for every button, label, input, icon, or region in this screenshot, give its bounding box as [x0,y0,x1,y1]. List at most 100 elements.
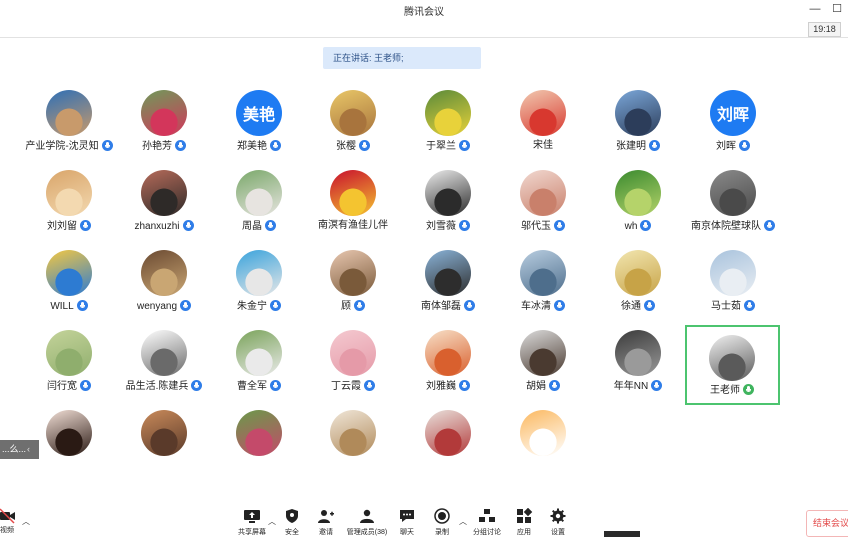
meeting-window: 腾讯会议 — ☐ 19:18 正在讲话: 王老师; 产业学院-沈灵知 孙艳芳 美艳郑… [0,0,848,537]
participant-tile[interactable]: 顾 [306,250,400,330]
participant-name: 张樱 [336,141,356,152]
participant-name-row: 马士茹 [676,300,790,313]
collapsed-side-panel[interactable]: ...么... ‹ [0,440,39,459]
mic-icon [359,140,370,151]
participant-tile[interactable]: wh [591,170,685,250]
participant-tile[interactable] [117,410,211,490]
avatar [330,250,376,296]
participant-tile[interactable]: 张樱 [306,90,400,170]
participant-tile[interactable]: 品生活.陈建兵 [117,330,211,410]
settings-button[interactable]: 设置 [547,505,569,537]
participant-name: 宋佳 [533,140,553,151]
participant-name-row: 南京体院壁球队 [676,220,790,233]
participant-tile[interactable]: 马士茹 [686,250,780,330]
avatar [520,250,566,296]
avatar [615,250,661,296]
participant-tile[interactable]: 徐通 [591,250,685,330]
mic-icon [554,220,565,231]
participant-tile[interactable]: 邬代玉 [496,170,590,250]
participant-tile[interactable]: WILL [22,250,116,330]
video-options-caret[interactable]: ︿ [22,516,30,527]
avatar [330,330,376,376]
participant-tile[interactable]: 刘雪薇 [401,170,495,250]
chevron-left-icon[interactable]: ‹ [27,440,30,459]
participant-tile[interactable]: 南体邹磊 [401,250,495,330]
participant-name: zhanxuzhi [134,221,180,232]
avatar [46,90,92,136]
participant-tile[interactable] [306,410,400,490]
participant-name: wenyang [136,301,178,312]
participant-name: 曹全军 [237,381,267,392]
mic-icon [270,300,281,311]
avatar [520,90,566,136]
avatar [425,410,471,456]
participant-name: 刘雅巍 [426,381,456,392]
maximize-button[interactable]: ☐ [829,1,845,17]
avatar: 美艳 [236,90,282,136]
minimize-button[interactable]: — [807,1,823,17]
participant-tile[interactable] [401,410,495,490]
end-meeting-button[interactable]: 结束会议 [806,510,848,537]
apps-button[interactable]: 应用 [513,505,535,537]
participant-name-row: 王老师 [675,384,789,397]
mic-icon [554,300,565,311]
avatar [425,330,471,376]
mic-icon [649,140,660,151]
participant-tile[interactable]: 于翠兰 [401,90,495,170]
title-divider [0,37,848,38]
side-panel-label: ...么... [2,444,27,454]
participant-tile[interactable]: 胡娟 [496,330,590,410]
manage-members-button[interactable]: 管理成员(38) [344,505,390,537]
participant-name: 品生活.陈建兵 [125,381,189,392]
participant-tile[interactable]: 产业学院-沈灵知 [22,90,116,170]
avatar [709,335,755,381]
breakout-button[interactable]: 分组讨论 [471,505,503,537]
mic-icon [459,220,470,231]
participant-tile[interactable]: zhanxuzhi [117,170,211,250]
record-button[interactable]: 录制 [432,505,452,537]
mic-icon [76,300,88,311]
participant-tile[interactable]: 曹全军 [212,330,306,410]
participant-name: WILL [50,301,74,312]
participant-tile[interactable]: 美艳 郑美艳 [212,90,306,170]
participant-tile[interactable]: 周晶 [212,170,306,250]
mic-icon [182,220,194,231]
participant-name: 丁云霞 [331,381,361,392]
participant-tile[interactable]: wenyang [117,250,211,330]
mic-icon [180,300,192,311]
participant-tile[interactable]: 南京体院壁球队 [686,170,780,250]
participant-name: 南京体院壁球队 [691,221,761,232]
participant-tile-selected[interactable]: 王老师 [685,325,780,405]
participant-tile[interactable]: 刘刘留 [22,170,116,250]
invite-button[interactable]: 邀请 [314,505,338,537]
share-options-caret[interactable]: ︿ [268,516,276,527]
participant-tile[interactable]: 闫行宽 [22,330,116,410]
participant-tile[interactable]: 刘晖 刘晖 [686,90,780,170]
security-button[interactable]: 安全 [280,505,304,537]
participant-tile[interactable]: 朱金宁 [212,250,306,330]
participant-name: 王老师 [710,385,740,396]
participant-tile[interactable]: 丁云霞 [306,330,400,410]
share-screen-button[interactable]: 共享屏幕 [236,505,268,537]
participant-tile[interactable]: 刘雅巍 [401,330,495,410]
participant-name: 于翠兰 [426,141,456,152]
participant-tile[interactable]: 车冰清 [496,250,590,330]
participant-tile[interactable]: 宋佳 [496,90,590,170]
apps-grid-icon [517,508,533,523]
mic-icon [644,300,655,311]
mic-icon [364,380,375,391]
video-label: 视频 [0,527,14,534]
record-options-caret[interactable]: ︿ [459,516,467,527]
participant-tile[interactable]: 年年NN [591,330,685,410]
manage-members-label: 管理成员(38) [346,529,388,536]
participant-tile[interactable]: 孙艳芳 [117,90,211,170]
chat-button[interactable]: 聊天 [396,505,418,537]
participant-tile[interactable]: 张建明 [591,90,685,170]
avatar [46,250,92,296]
participant-tile[interactable] [496,410,590,490]
participant-tile[interactable] [212,410,306,490]
avatar [520,410,566,456]
mic-icon [191,380,203,391]
participant-tile[interactable]: 南溟有渔佳儿伴 [306,170,400,250]
avatar: 刘晖 [710,90,756,136]
